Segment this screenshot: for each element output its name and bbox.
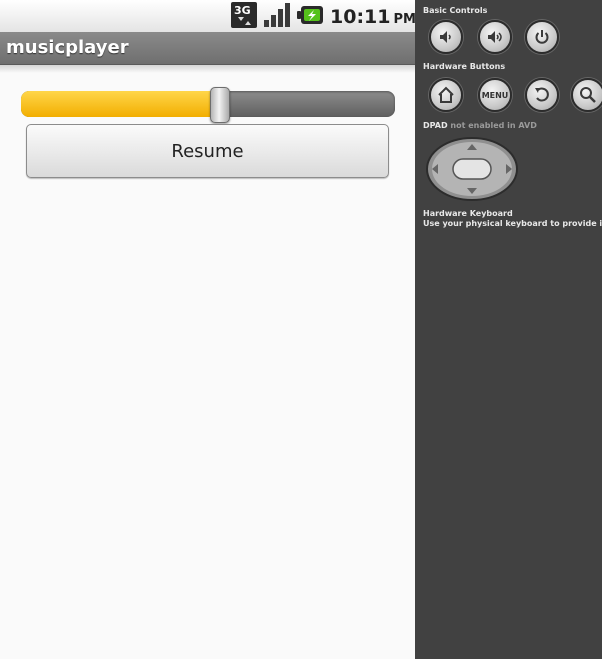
status-bar: 3G 10:11 PM (0, 0, 415, 33)
volume-down-button[interactable] (429, 20, 463, 54)
volume-up-button[interactable] (478, 20, 512, 54)
seek-bar-progress (21, 91, 220, 117)
hardware-keyboard-label: Hardware Keyboard (423, 209, 513, 218)
back-button[interactable] (525, 78, 559, 112)
home-icon (438, 86, 454, 103)
clock-ampm: PM (393, 12, 415, 27)
signal-strength-icon (264, 3, 290, 27)
seek-bar-thumb[interactable] (210, 87, 231, 123)
phone-screen: 3G 10:11 PM musicplayer Resume (0, 0, 415, 659)
svg-text:3G: 3G (234, 4, 251, 17)
resume-button[interactable]: Resume (26, 124, 389, 178)
title-bar-shadow (0, 65, 415, 73)
emulator-controls-panel: Basic Controls Hardware Buttons MENU DPA… (415, 0, 602, 659)
search-button[interactable] (571, 78, 602, 112)
seek-bar-track[interactable] (21, 91, 395, 117)
app-title: musicplayer (6, 37, 129, 58)
menu-button[interactable]: MENU (478, 78, 512, 112)
3g-data-icon: 3G (231, 2, 257, 28)
search-icon (580, 87, 596, 103)
clock-time: 10:11 (330, 6, 391, 28)
dpad-label: DPAD not enabled in AVD (423, 121, 537, 130)
battery-charging-icon (297, 6, 323, 24)
app-title-bar: musicplayer (0, 32, 415, 65)
dpad-note: not enabled in AVD (450, 121, 537, 130)
power-button[interactable] (525, 20, 559, 54)
status-clock: 10:11 PM (330, 6, 415, 28)
menu-button-label: MENU (481, 90, 509, 100)
dpad-control[interactable] (426, 137, 518, 201)
seek-bar[interactable] (21, 87, 395, 123)
power-icon (535, 30, 549, 44)
basic-controls-label: Basic Controls (423, 6, 488, 15)
home-button[interactable] (429, 78, 463, 112)
hardware-keyboard-note: Use your physical keyboard to provide in… (423, 219, 602, 228)
dpad-label-text: DPAD (423, 121, 448, 130)
hardware-buttons-label: Hardware Buttons (423, 62, 506, 71)
back-arrow-icon (535, 87, 549, 102)
volume-up-icon (488, 31, 502, 43)
volume-down-icon (440, 31, 451, 43)
